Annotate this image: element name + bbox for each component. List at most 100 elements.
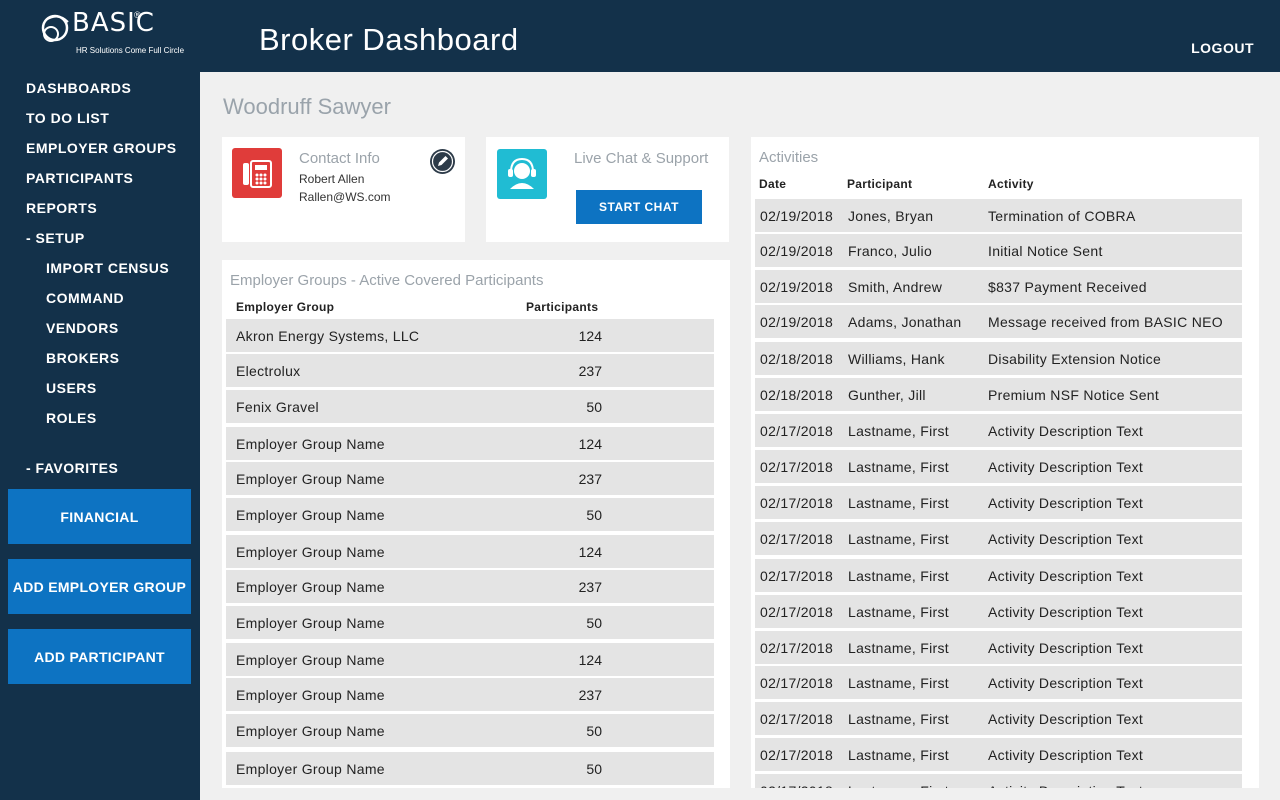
table-row[interactable]: Fenix Gravel 50 <box>226 390 714 423</box>
start-chat-button[interactable]: START CHAT <box>576 190 702 224</box>
sidebar-item-setup[interactable]: - SETUP <box>26 230 85 246</box>
table-row[interactable]: 02/18/2018 Williams, Hank Disability Exten… <box>755 342 1242 375</box>
activity-description: Initial Notice Sent <box>988 243 1103 259</box>
table-row[interactable]: 02/19/2018 Franco, Julio Initial Notice Se… <box>755 234 1242 267</box>
activity-participant: Adams, Jonathan <box>848 314 962 330</box>
activity-date: 02/19/2018 <box>760 314 834 330</box>
activity-date: 02/17/2018 <box>760 604 834 620</box>
activity-date: 02/17/2018 <box>760 423 834 439</box>
table-row[interactable]: Employer Group Name 237 <box>226 678 714 711</box>
column-header-activity[interactable]: Activity <box>988 177 1034 191</box>
table-row[interactable]: 02/17/2018 Lastname, First Activity Descri… <box>755 774 1242 788</box>
sidebar-item-to-do-list[interactable]: TO DO LIST <box>26 110 109 126</box>
sidebar-item-dashboards[interactable]: DASHBOARDS <box>26 80 131 96</box>
table-row[interactable]: 02/19/2018 Smith, Andrew $837 Payment Rece… <box>755 270 1242 303</box>
sidebar-item-participants[interactable]: PARTICIPANTS <box>26 170 133 186</box>
contact-email[interactable]: Rallen@WS.com <box>299 190 391 204</box>
table-row[interactable]: 02/17/2018 Lastname, First Activity Descri… <box>755 414 1242 447</box>
column-header-employer-group[interactable]: Employer Group <box>236 300 334 314</box>
pencil-icon[interactable] <box>430 149 455 174</box>
sidebar-item-users[interactable]: USERS <box>46 380 97 396</box>
table-row[interactable]: 02/17/2018 Lastname, First Activity Descri… <box>755 738 1242 771</box>
activity-participant: Lastname, First <box>848 495 949 511</box>
table-row[interactable]: Employer Group Name 50 <box>226 606 714 639</box>
table-row[interactable]: Employer Group Name 124 <box>226 643 714 676</box>
employer-group-name: Employer Group Name <box>236 652 385 668</box>
activity-description: Activity Description Text <box>988 495 1144 511</box>
sidebar-item-employer-groups[interactable]: EMPLOYER GROUPS <box>26 140 177 156</box>
table-row[interactable]: 02/17/2018 Lastname, First Activity Descri… <box>755 486 1242 519</box>
activity-date: 02/17/2018 <box>760 495 834 511</box>
contact-info-card: Contact Info Robert Allen Rallen@WS.com <box>222 137 465 242</box>
activity-description: Activity Description Text <box>988 459 1144 475</box>
sidebar-item-brokers[interactable]: BROKERS <box>46 350 120 366</box>
activity-date: 02/17/2018 <box>760 568 834 584</box>
sidebar-item-reports[interactable]: REPORTS <box>26 200 97 216</box>
employer-group-name: Fenix Gravel <box>236 399 319 415</box>
employer-group-name: Akron Energy Systems, LLC <box>236 328 420 344</box>
activity-participant: Lastname, First <box>848 711 949 727</box>
table-row[interactable]: 02/19/2018 Adams, Jonathan Message receive… <box>755 305 1242 338</box>
employer-group-name: Employer Group Name <box>236 471 385 487</box>
add-employer-group-button[interactable]: ADD EMPLOYER GROUP <box>8 559 191 614</box>
activity-description: Message received from BASIC NEO <box>988 314 1223 330</box>
logo[interactable]: BASIC ® HR Solutions Come Full Circle <box>38 6 188 62</box>
table-row[interactable]: 02/17/2018 Lastname, First Activity Descri… <box>755 595 1242 628</box>
sidebar-item-vendors[interactable]: VENDORS <box>46 320 119 336</box>
column-header-date[interactable]: Date <box>759 177 786 191</box>
table-row[interactable]: 02/17/2018 Lastname, First Activity Descri… <box>755 450 1242 483</box>
logo-text: BASIC <box>72 8 155 38</box>
company-name: Woodruff Sawyer <box>223 94 391 119</box>
table-row[interactable]: Employer Group Name 50 <box>226 752 714 785</box>
activity-participant: Lastname, First <box>848 459 949 475</box>
logo-tagline: HR Solutions Come Full Circle <box>76 46 185 55</box>
employer-group-name: Electrolux <box>236 363 301 379</box>
sidebar-item-command[interactable]: COMMAND <box>46 290 124 306</box>
activity-description: Activity Description Text <box>988 783 1143 788</box>
participant-count: 50 <box>586 507 602 523</box>
sidebar-item-import-census[interactable]: IMPORT CENSUS <box>46 260 169 276</box>
logout-button[interactable]: LOGOUT <box>1191 40 1254 56</box>
column-header-participants[interactable]: Participants <box>526 300 598 314</box>
live-chat-card: Live Chat & Support START CHAT <box>486 137 729 242</box>
table-row[interactable]: 02/17/2018 Lastname, First Activity Descri… <box>755 631 1242 664</box>
activity-date: 02/18/2018 <box>760 351 834 367</box>
table-row[interactable]: Employer Group Name 50 <box>226 714 714 747</box>
activity-participant: Lastname, First <box>848 568 949 584</box>
activity-description: Termination of COBRA <box>988 208 1136 224</box>
financial-button[interactable]: FINANCIAL <box>8 489 191 544</box>
table-row[interactable]: Employer Group Name 50 <box>226 498 714 531</box>
table-row[interactable]: Employer Group Name 124 <box>226 427 714 460</box>
table-row[interactable]: 02/17/2018 Lastname, First Activity Descri… <box>755 702 1242 735</box>
activity-description: Activity Description Text <box>988 675 1144 691</box>
table-row[interactable]: 02/19/2018 Jones, Bryan Termination of COB… <box>755 199 1242 232</box>
activity-participant: Williams, Hank <box>848 351 945 367</box>
activity-date: 02/19/2018 <box>760 279 834 295</box>
table-row[interactable]: Employer Group Name 237 <box>226 570 714 603</box>
table-row[interactable]: 02/18/2018 Gunther, Jill Premium NSF Notic… <box>755 378 1242 411</box>
participant-count: 50 <box>586 723 602 739</box>
sidebar-item-roles[interactable]: ROLES <box>46 410 97 426</box>
employer-group-name: Employer Group Name <box>236 579 385 595</box>
table-row[interactable]: Employer Group Name 124 <box>226 535 714 568</box>
employer-groups-card: Employer Groups - Active Covered Partici… <box>222 260 730 788</box>
sidebar-item-favorites[interactable]: - FAVORITES <box>26 460 118 476</box>
table-row[interactable]: 02/17/2018 Lastname, First Activity Descri… <box>755 522 1242 555</box>
registered-mark: ® <box>134 10 141 20</box>
table-row[interactable]: 02/17/2018 Lastname, First Activity Descri… <box>755 559 1242 592</box>
activity-description: Activity Description Text <box>988 423 1144 439</box>
activity-description: $837 Payment Received <box>988 279 1147 295</box>
activities-card: Activities Date Participant Activity 02/… <box>751 137 1259 788</box>
activity-date: 02/17/2018 <box>760 675 834 691</box>
table-row[interactable]: Employer Group Name 237 <box>226 462 714 495</box>
participant-count: 50 <box>586 615 602 631</box>
page-title: Broker Dashboard <box>259 22 519 57</box>
add-participant-button[interactable]: ADD PARTICIPANT <box>8 629 191 684</box>
column-header-participant[interactable]: Participant <box>847 177 912 191</box>
participant-count: 124 <box>578 328 602 344</box>
employer-groups-title: Employer Groups - Active Covered Partici… <box>230 272 544 289</box>
activity-date: 02/19/2018 <box>760 243 834 259</box>
table-row[interactable]: Electrolux 237 <box>226 354 714 387</box>
table-row[interactable]: 02/17/2018 Lastname, First Activity Descri… <box>755 666 1242 699</box>
table-row[interactable]: Akron Energy Systems, LLC 124 <box>226 319 714 352</box>
